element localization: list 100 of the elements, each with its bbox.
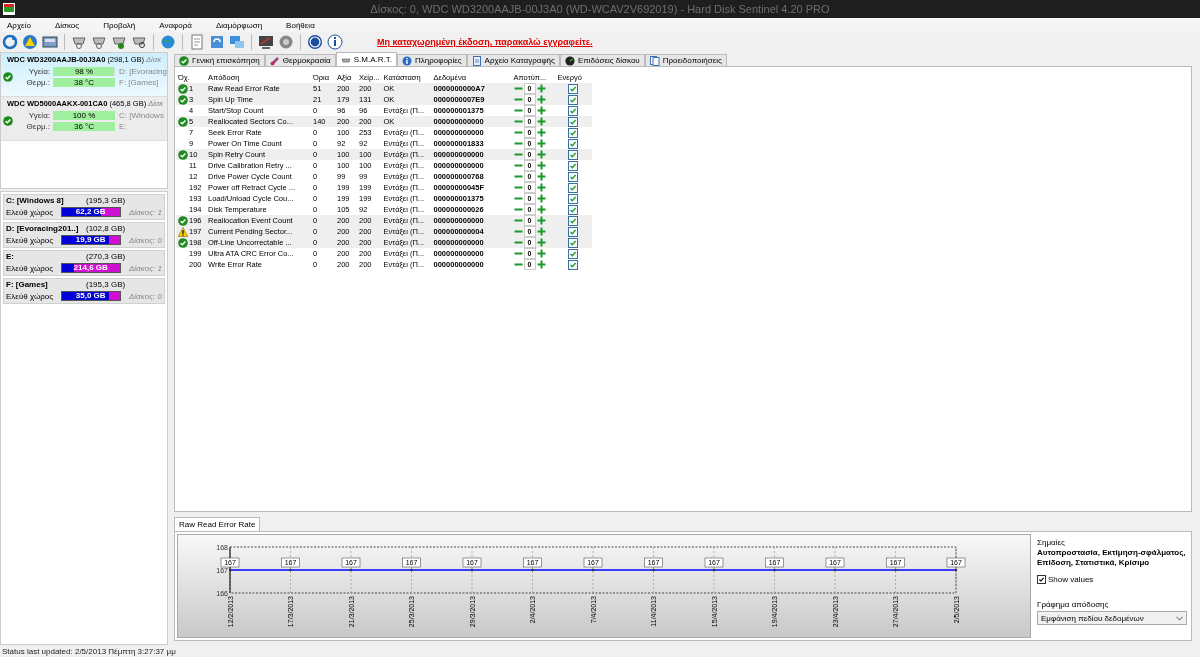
data-point bbox=[652, 568, 655, 572]
data-point bbox=[894, 568, 897, 572]
menu-item[interactable]: Προβολή bbox=[98, 20, 141, 30]
info-icon[interactable] bbox=[327, 34, 343, 50]
warning-icon[interactable] bbox=[22, 34, 38, 50]
free-space-label: Ελεύθ χώρος bbox=[6, 235, 55, 245]
plus-icon[interactable] bbox=[536, 216, 546, 225]
graph-type-label: Γράφημα απόδοσης bbox=[1037, 600, 1110, 609]
plus-icon[interactable] bbox=[536, 84, 546, 93]
plus-icon[interactable] bbox=[536, 150, 546, 159]
data-point bbox=[531, 568, 534, 572]
drive-icon[interactable] bbox=[71, 34, 87, 50]
tab[interactable]: Προειδοποιήσεις bbox=[644, 54, 727, 66]
plus-icon[interactable] bbox=[536, 128, 546, 137]
menu-item[interactable]: Διαμόρφωση bbox=[210, 20, 268, 30]
gauge-icon bbox=[564, 55, 575, 66]
temperature-bar: 36 °C bbox=[53, 122, 115, 131]
free-space-label: Ελεύθ χώρος bbox=[6, 207, 55, 217]
checkbox[interactable] bbox=[567, 127, 578, 138]
volume-size: (195,3 GB) bbox=[86, 280, 126, 289]
checkbox[interactable] bbox=[567, 193, 578, 204]
check-circle-icon bbox=[3, 72, 13, 82]
network-icon[interactable] bbox=[229, 34, 245, 50]
data-point bbox=[591, 568, 595, 572]
usage-bar: 19,9 GB bbox=[60, 235, 121, 245]
plus-icon[interactable] bbox=[536, 117, 546, 126]
free-space-label: Ελεύθ χώρος bbox=[6, 291, 55, 301]
plus-icon[interactable] bbox=[536, 227, 546, 236]
drive-check-icon[interactable] bbox=[111, 34, 127, 50]
checkbox[interactable] bbox=[567, 138, 578, 149]
volume-name: E: bbox=[6, 252, 15, 261]
health-bar: 98 % bbox=[53, 67, 115, 76]
tab[interactable]: Πληροφορίες bbox=[397, 54, 467, 66]
checkbox[interactable] bbox=[567, 94, 578, 105]
menu-item[interactable]: Αρχείο bbox=[2, 20, 36, 30]
app-icon bbox=[3, 3, 15, 15]
plus-icon[interactable] bbox=[536, 95, 546, 104]
graph-type-dropdown[interactable]: Εμφάνιση πεδίου δεδομένων bbox=[1037, 611, 1187, 625]
usage-bar: 35,0 GB bbox=[60, 291, 121, 301]
health-label: Υγεία: bbox=[27, 67, 51, 76]
tab[interactable]: Θερμοκρασία bbox=[264, 54, 336, 66]
plus-icon[interactable] bbox=[536, 238, 546, 247]
checkbox[interactable] bbox=[1037, 575, 1046, 584]
tab[interactable]: Αρχείο Καταγραφής bbox=[466, 54, 560, 66]
plus-icon[interactable] bbox=[536, 161, 546, 170]
flags-label: Σημαίες bbox=[1037, 538, 1066, 547]
temperature-bar: 38 °C bbox=[53, 78, 115, 87]
checkbox[interactable] bbox=[567, 149, 578, 160]
volume-size: (102,8 GB) bbox=[86, 224, 126, 233]
thermometer-icon bbox=[269, 55, 280, 66]
volume-card[interactable]: F: [Games] (195,3 GB) Ελεύθ χώρος 35,0 GB Δίσκος: 0 bbox=[3, 278, 165, 304]
disk-number: Δίσκος: 0 bbox=[128, 235, 162, 245]
checkbox[interactable] bbox=[567, 204, 578, 215]
drive-icon[interactable] bbox=[91, 34, 107, 50]
document-icon[interactable] bbox=[189, 34, 205, 50]
plus-icon[interactable] bbox=[536, 183, 546, 192]
tab[interactable]: Raw Read Error Rate bbox=[174, 517, 261, 531]
chevron-down-icon bbox=[1176, 615, 1183, 621]
checkbox[interactable] bbox=[567, 171, 578, 182]
refresh-icon[interactable] bbox=[2, 34, 18, 50]
tab[interactable]: Γενική επισκόπηση bbox=[174, 54, 265, 66]
health-bar: 100 % bbox=[53, 111, 115, 120]
data-point bbox=[228, 568, 232, 572]
plus-icon[interactable] bbox=[536, 194, 546, 203]
checkbox[interactable] bbox=[567, 237, 578, 248]
plus-icon[interactable] bbox=[536, 106, 546, 115]
volume-size: (270,3 GB) bbox=[86, 252, 126, 261]
monitor-icon[interactable] bbox=[258, 34, 274, 50]
plus-icon[interactable] bbox=[536, 249, 546, 258]
data-point bbox=[349, 568, 353, 572]
status-text: Status last updated: 2/5/2013 Πέμπτη 3:27:37 μμ bbox=[2, 646, 176, 656]
sync-icon[interactable] bbox=[209, 34, 225, 50]
register-link[interactable]: Μη καταχωρημένη έκδοση, παρακαλώ εγγραφείτε. bbox=[377, 37, 593, 47]
checkbox[interactable] bbox=[567, 182, 578, 193]
volume-card[interactable]: D: [Evoracing201..] (102,8 GB) Ελεύθ χώρος 19,9 GB Δίσκος: 0 bbox=[3, 222, 165, 248]
volume-size: (195,3 GB) bbox=[86, 196, 126, 205]
volume-name: D: [Evoracing201..] bbox=[6, 224, 80, 233]
checkbox[interactable] bbox=[567, 116, 578, 127]
plus-icon[interactable] bbox=[536, 205, 546, 214]
tab[interactable]: Επιδόσεις δίσκου bbox=[559, 54, 645, 66]
plus-icon[interactable] bbox=[536, 172, 546, 181]
menu-item[interactable]: Αναφορά bbox=[154, 20, 197, 30]
checkbox[interactable] bbox=[567, 259, 578, 270]
checkbox[interactable] bbox=[567, 160, 578, 171]
plus-icon[interactable] bbox=[536, 139, 546, 148]
menu-item[interactable]: Δίσκος bbox=[49, 20, 85, 30]
checkbox[interactable] bbox=[567, 248, 578, 259]
tab[interactable]: S.M.A.R.T. bbox=[335, 52, 397, 66]
temperature-label: Θερμ.: bbox=[25, 78, 51, 87]
checkbox[interactable] bbox=[567, 226, 578, 237]
show-values-label: Show values bbox=[1048, 575, 1094, 584]
drive-search-icon[interactable] bbox=[131, 34, 147, 50]
checkbox[interactable] bbox=[567, 105, 578, 116]
menu-item[interactable]: Βοήθεια bbox=[281, 20, 320, 30]
checkbox[interactable] bbox=[567, 215, 578, 226]
data-point bbox=[773, 568, 776, 572]
partition-label: C: [Windows bbox=[118, 111, 165, 120]
checkbox[interactable] bbox=[567, 83, 578, 94]
plus-icon[interactable] bbox=[536, 260, 546, 269]
globe-icon[interactable] bbox=[160, 34, 176, 50]
